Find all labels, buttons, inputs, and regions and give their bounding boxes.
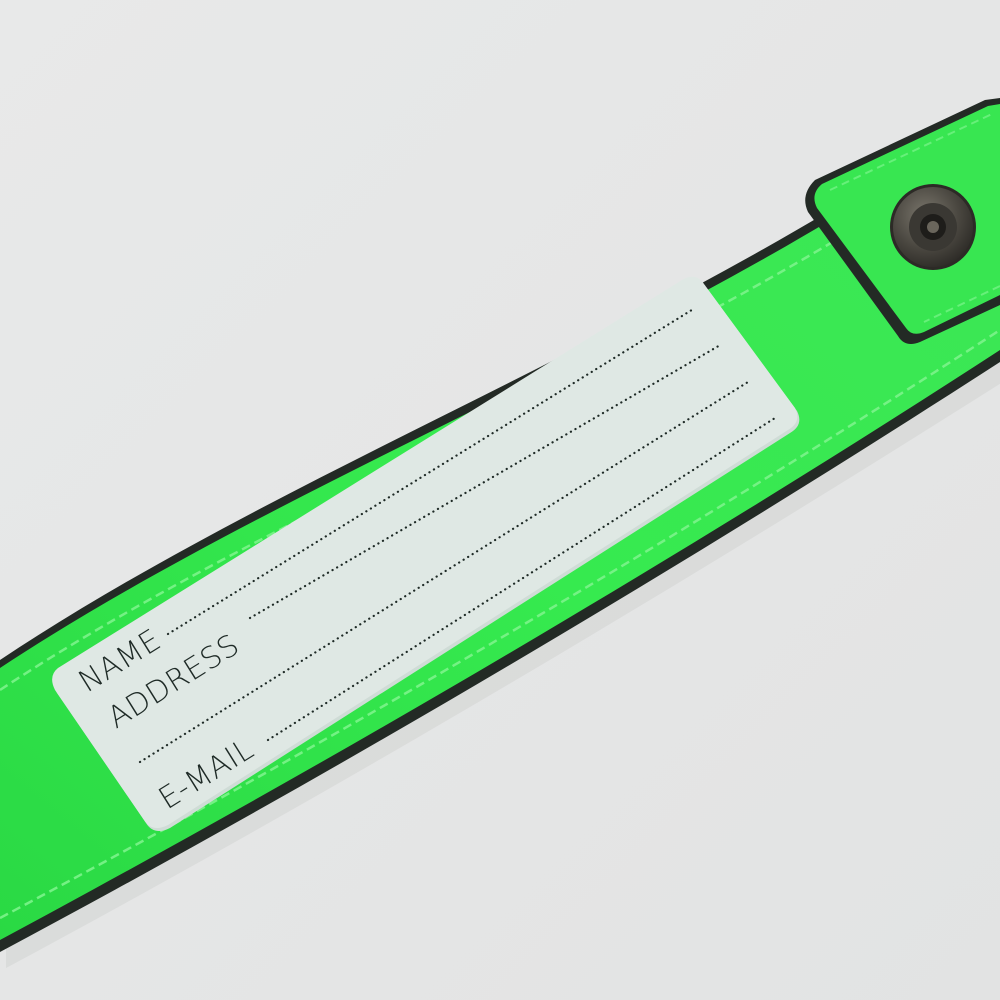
photo-canvas: NAME ADDRESS E-MAIL <box>0 0 1000 1000</box>
snap-button-icon[interactable] <box>890 184 976 270</box>
product-photo: NAME ADDRESS E-MAIL <box>0 0 1000 1000</box>
